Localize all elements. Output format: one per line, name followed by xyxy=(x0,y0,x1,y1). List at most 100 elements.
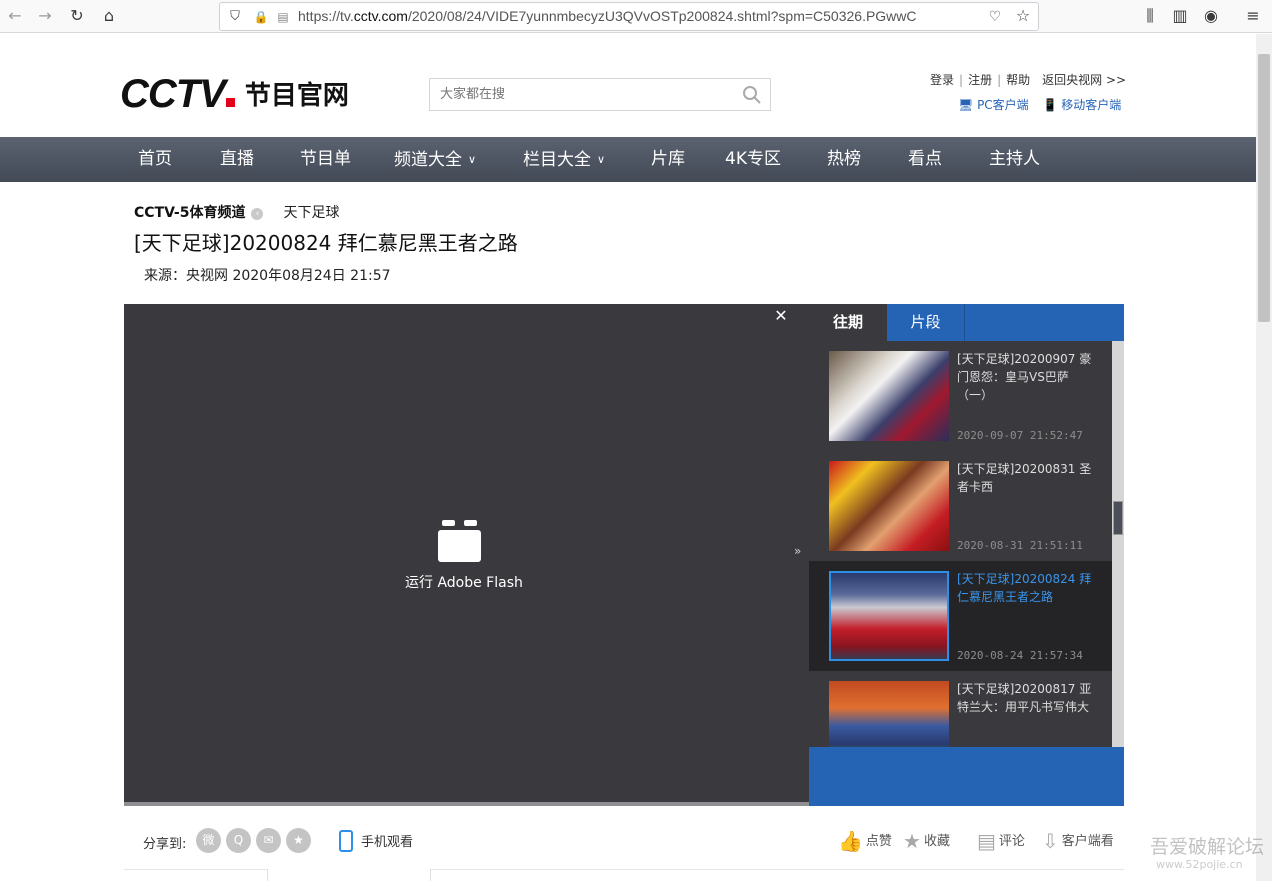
download-icon: ⇩ xyxy=(1042,829,1059,853)
logo-cctv-text: CCTV xyxy=(120,72,226,116)
panel-toggle-icon[interactable]: » xyxy=(794,544,801,558)
wechat-icon[interactable]: ✉ xyxy=(256,828,281,853)
run-flash-label[interactable]: 运行 Adobe Flash xyxy=(405,572,523,592)
playlist-scrollbar[interactable] xyxy=(1112,341,1124,747)
watermark-url: www.52pojie.cn xyxy=(1156,858,1243,871)
login-link[interactable]: 登录 xyxy=(930,73,954,87)
phone-icon xyxy=(339,830,353,852)
thumbnail-image xyxy=(829,571,949,661)
favorite-button[interactable]: ★ 收藏 xyxy=(903,829,950,853)
sidebar-icon[interactable]: ▥ xyxy=(1169,6,1191,26)
playlist-scrollbar-thumb[interactable] xyxy=(1113,501,1123,535)
qq-icon[interactable]: Q xyxy=(226,828,251,853)
link-divider: | xyxy=(997,73,1002,87)
shield-icon[interactable]: ⛉ xyxy=(224,7,246,27)
playlist-item-title: [天下足球]20200817 亚特兰大：用平凡书写伟大 xyxy=(957,682,1092,714)
page-scrollbar[interactable] xyxy=(1256,34,1272,881)
playlist-item-title: [天下足球]20200907 豪门恩怨：皇马VS巴萨（一） xyxy=(957,352,1092,402)
chevron-down-icon: ∨ xyxy=(468,153,477,166)
star-icon: ★ xyxy=(903,829,921,853)
page-title: [天下足球]20200824 拜仁慕尼黑王者之路 xyxy=(134,231,518,255)
search-box xyxy=(429,78,771,111)
share-label: 分享到: xyxy=(143,837,187,852)
reload-icon[interactable]: ↻ xyxy=(66,6,88,26)
help-link[interactable]: 帮助 xyxy=(1006,73,1030,87)
qzone-icon[interactable]: ★ xyxy=(286,828,311,853)
playlist-item-title: [天下足球]20200831 圣者卡西 xyxy=(957,462,1092,494)
logo-red-dot xyxy=(225,98,235,107)
account-icon[interactable]: ◉ xyxy=(1200,6,1222,26)
nav-item-highlights[interactable]: 看点 xyxy=(908,137,942,182)
nav-item-schedule[interactable]: 节目单 xyxy=(300,137,351,182)
content-tab[interactable] xyxy=(267,869,431,881)
pocket-icon[interactable]: ♡ xyxy=(984,7,1006,27)
player-progress-track[interactable] xyxy=(124,802,810,806)
back-to-cctv-link[interactable]: 返回央视网 >> xyxy=(1042,73,1126,87)
playlist-tabs: 往期 片段 xyxy=(809,304,1124,341)
playlist-item[interactable]: [天下足球]20200817 亚特兰大：用平凡书写伟大 xyxy=(809,671,1112,747)
breadcrumb-column[interactable]: 天下足球 xyxy=(283,205,339,221)
forward-icon[interactable]: → xyxy=(34,6,56,26)
library-icon[interactable]: ⫼ xyxy=(1139,6,1161,26)
bookmark-star-icon[interactable]: ☆ xyxy=(1012,6,1034,26)
comment-label: 评论 xyxy=(998,834,1025,849)
nav-item-channels[interactable]: 频道大全 ∨ xyxy=(394,137,476,182)
pc-client-link[interactable]: PC客户端 xyxy=(977,98,1029,112)
playlist-item-date: 2020-08-24 21:57:34 xyxy=(957,649,1083,662)
client-watch-label: 客户端看 xyxy=(1061,834,1114,849)
client-links: 🖥 PC客户端 📱 移动客户端 xyxy=(958,96,1121,113)
client-watch-button[interactable]: ⇩ 客户端看 xyxy=(1042,829,1114,853)
nav-item-columns[interactable]: 栏目大全 ∨ xyxy=(523,137,605,182)
nav-item-hot[interactable]: 热榜 xyxy=(827,137,861,182)
thumbs-up-icon: 👍 xyxy=(838,829,863,853)
account-links: 登录 | 注册 | 帮助 返回央视网 >> xyxy=(930,71,1126,88)
url-text[interactable]: https://tv.cctv.com/2020/08/24/VIDE7yunn… xyxy=(298,8,980,24)
playlist-footer xyxy=(809,747,1124,806)
comment-icon: ▤ xyxy=(977,829,996,853)
favorite-label: 收藏 xyxy=(923,834,950,849)
logo-subtitle: 节目官网 xyxy=(244,81,349,111)
playlist-item-date: 2020-08-31 21:51:11 xyxy=(957,539,1083,552)
playlist-item[interactable]: [天下足球]20200831 圣者卡西 2020-08-31 21:51:11 xyxy=(809,451,1112,561)
site-logo[interactable]: CCTV 节目官网 xyxy=(120,74,349,114)
breadcrumb-channel[interactable]: CCTV-5体育频道 xyxy=(134,205,245,221)
url-bar[interactable]: ⛉ 🔒 ▤ https://tv.cctv.com/2020/08/24/VID… xyxy=(219,2,1039,31)
nav-item-live[interactable]: 直播 xyxy=(220,137,254,182)
nav-item-home[interactable]: 首页 xyxy=(138,137,172,182)
thumbnail-image xyxy=(829,351,949,441)
menu-icon[interactable]: ≡ xyxy=(1242,6,1264,26)
nav-item-library[interactable]: 片库 xyxy=(651,137,685,182)
page-scrollbar-thumb[interactable] xyxy=(1258,54,1270,322)
browser-toolbar: ← → ↻ ⌂ ⛉ 🔒 ▤ https://tv.cctv.com/2020/0… xyxy=(0,0,1272,33)
lock-icon[interactable]: 🔒 xyxy=(250,7,272,27)
comment-button[interactable]: ▤ 评论 xyxy=(977,829,1025,853)
home-icon[interactable]: ⌂ xyxy=(98,6,120,26)
mobile-client-link[interactable]: 移动客户端 xyxy=(1061,98,1121,112)
plugin-icon[interactable] xyxy=(438,520,481,562)
register-link[interactable]: 注册 xyxy=(968,73,992,87)
close-icon[interactable]: ✕ xyxy=(772,307,790,325)
watermark-text: 吾爱破解论坛 xyxy=(1150,836,1265,858)
playlist-item-title: [天下足球]20200824 拜仁慕尼黑王者之路 xyxy=(957,572,1092,604)
tab-clips[interactable]: 片段 xyxy=(887,304,965,341)
breadcrumb: CCTV-5体育频道 ‹ 天下足球 xyxy=(134,202,339,222)
playlist-item-date: 2020-09-07 21:52:47 xyxy=(957,429,1083,442)
mobile-icon: 📱 xyxy=(1042,98,1058,112)
tab-past-episodes[interactable]: 往期 xyxy=(809,304,887,341)
nav-item-hosts[interactable]: 主持人 xyxy=(989,137,1040,182)
playlist-item-active[interactable]: [天下足球]20200824 拜仁慕尼黑王者之路 2020-08-24 21:5… xyxy=(809,561,1112,671)
search-input[interactable] xyxy=(430,79,730,110)
playlist-item[interactable]: [天下足球]20200907 豪门恩怨：皇马VS巴萨（一） 2020-09-07… xyxy=(809,341,1112,451)
weibo-icon[interactable]: 微 xyxy=(196,828,221,853)
search-icon[interactable] xyxy=(742,85,762,105)
like-label: 点赞 xyxy=(865,834,892,849)
chevron-left-icon: ‹ xyxy=(251,208,264,220)
mobile-watch-label: 手机观看 xyxy=(361,835,414,850)
back-icon[interactable]: ← xyxy=(4,6,26,26)
playlist-panel: 往期 片段 [天下足球]20200907 豪门恩怨：皇马VS巴萨（一） 2020… xyxy=(809,304,1124,806)
nav-item-label: 栏目大全 xyxy=(523,150,591,170)
mobile-watch-button[interactable]: 手机观看 xyxy=(339,830,413,852)
chevron-down-icon: ∨ xyxy=(597,153,606,166)
nav-item-4k[interactable]: 4K专区 xyxy=(725,137,781,182)
like-button[interactable]: 👍 点赞 xyxy=(838,829,892,853)
